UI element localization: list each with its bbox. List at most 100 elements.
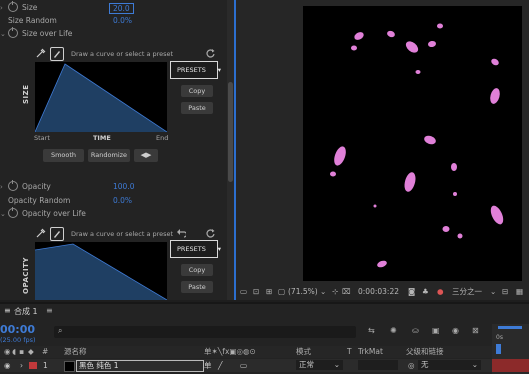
chevron-down-icon[interactable]: ⌄ (490, 283, 496, 300)
layer-search-input[interactable]: ⌕ (54, 326, 356, 338)
eyedropper-icon[interactable] (36, 48, 46, 58)
shy-switch-icon[interactable]: 单 (204, 359, 212, 372)
parent-dropdown[interactable]: 无 ⌄ (418, 360, 481, 370)
reset-icon[interactable] (206, 48, 216, 58)
graph-editor-icon[interactable]: ⊠ (472, 326, 479, 335)
randomize-button[interactable]: Randomize (88, 149, 130, 162)
draft-3d-icon[interactable]: ✺ (390, 326, 397, 335)
blend-mode-label: 正常 (299, 360, 314, 369)
search-icon: ⌕ (58, 326, 63, 335)
trkmat-dropdown[interactable] (358, 360, 398, 370)
size-curve-area (35, 64, 167, 132)
pickwhip-icon[interactable]: ◎ (408, 359, 415, 372)
expand-arrow-icon[interactable]: › (0, 2, 8, 14)
menu-icon[interactable]: ≡ (4, 306, 11, 315)
timeline-timecode[interactable]: 00:00 (0, 323, 35, 336)
fx-switch-icon[interactable]: ╱ (218, 359, 223, 372)
presets-dropdown[interactable]: PRESETS ▾ (170, 61, 221, 79)
col-trkmat: TrkMat (358, 347, 383, 356)
petal (351, 45, 357, 51)
petal (415, 70, 421, 74)
scrollbar-thumb[interactable] (228, 82, 233, 182)
motion-blur-icon[interactable]: ◉ (452, 326, 459, 335)
x-axis-start-label: Start (34, 134, 50, 142)
work-area-bar[interactable] (498, 326, 522, 329)
resolution-dropdown[interactable]: 三分之一 (452, 283, 482, 300)
audio-icon[interactable]: ◖ (12, 346, 16, 358)
size-curve-graph[interactable] (35, 62, 167, 132)
col-source-name[interactable]: 源名称 (64, 346, 87, 358)
show-snapshot-icon[interactable]: ♣ (422, 283, 429, 300)
copy-button[interactable]: Copy (181, 85, 213, 97)
pencil-icon[interactable] (50, 227, 64, 241)
composition-canvas[interactable] (303, 6, 522, 281)
copy-button[interactable]: Copy (181, 264, 213, 276)
size-random-label: Size Random (8, 16, 57, 25)
blend-mode-dropdown[interactable]: 正常 ⌄ (296, 360, 343, 370)
zoom-dropdown[interactable]: (71.5%) (288, 283, 318, 300)
region-of-interest-icon[interactable]: ⊟ (502, 283, 508, 300)
opacity-curve-graph[interactable] (35, 242, 167, 300)
hide-shy-layers-icon[interactable]: ⛀ (412, 326, 419, 335)
switches-icons: 单✶╲fx▣◎◍⊙ (204, 347, 256, 356)
petal (453, 192, 457, 196)
x-axis-end-label: End (156, 134, 169, 142)
size-over-life-row[interactable]: ⌄ Size over Life (0, 27, 72, 40)
grid-icon[interactable]: ⊞ (266, 283, 272, 300)
fit-icon[interactable]: ⊹ (332, 283, 338, 300)
monitor-icon[interactable]: ▭ (240, 283, 247, 300)
stopwatch-icon[interactable] (8, 207, 18, 218)
chevron-down-icon: ▾ (217, 66, 221, 74)
col-parent: 父级和链接 (406, 347, 444, 356)
flip-curve-button[interactable]: ◀▶ (134, 149, 158, 162)
always-preview-icon[interactable]: ⊡ (253, 283, 259, 300)
petal (404, 172, 416, 192)
switch-box[interactable]: ▭ (240, 359, 247, 372)
eyedropper-icon[interactable] (36, 228, 46, 238)
current-time-display[interactable]: 0:00:03:22 (358, 283, 399, 300)
size-value-field[interactable]: 20.0 (109, 3, 134, 14)
reset-icon[interactable] (206, 228, 216, 238)
size-random-value[interactable]: 0.0% (113, 15, 132, 27)
opacity-over-life-row[interactable]: ⌄ Opacity over Life (0, 207, 86, 220)
close-icon[interactable]: ≡ (46, 306, 53, 315)
petal (405, 41, 419, 53)
label-icon[interactable]: ◆ (28, 346, 34, 358)
undo-icon[interactable] (176, 228, 188, 238)
visibility-icon[interactable]: ◉ (4, 359, 11, 372)
comp-mini-flowchart-icon[interactable]: ⇆ (368, 326, 375, 335)
playhead[interactable] (496, 344, 501, 354)
chevron-down-icon[interactable]: ⌄ (320, 283, 326, 300)
expand-arrow-icon[interactable]: › (0, 181, 8, 193)
mask-icon[interactable]: ⌧ (342, 283, 351, 300)
stopwatch-icon[interactable] (8, 27, 18, 38)
stopwatch-icon[interactable] (8, 180, 18, 191)
paste-button[interactable]: Paste (181, 281, 213, 293)
presets-dropdown[interactable]: PRESETS ▾ (170, 240, 221, 258)
smooth-button[interactable]: Smooth (43, 149, 84, 162)
paste-button[interactable]: Paste (181, 102, 213, 114)
pencil-icon[interactable] (50, 47, 64, 61)
layer-label-color[interactable] (29, 362, 37, 369)
expand-arrow-icon[interactable]: › (20, 359, 23, 372)
lock-icon[interactable]: ▪ (19, 346, 24, 358)
size-property-row: › Size (0, 1, 37, 14)
expand-arrow-icon[interactable]: ⌄ (0, 28, 8, 40)
opacity-value[interactable]: 100.0 (113, 181, 134, 193)
opacity-random-value[interactable]: 0.0% (113, 195, 132, 207)
comp-tab[interactable]: 合成 1 (14, 306, 38, 317)
camera-snapshot-icon[interactable]: ◙ (408, 283, 415, 300)
layer-name[interactable]: 黑色 纯色 1 (76, 360, 204, 372)
eye-icon[interactable]: ◉ (4, 346, 11, 358)
transparency-grid-icon[interactable]: ▦ (516, 283, 523, 300)
color-channels-icon[interactable]: ● (437, 283, 444, 300)
layer-duration-bar[interactable] (492, 359, 529, 372)
region-icon[interactable]: ▢ (278, 283, 285, 300)
active-panel-border (234, 0, 236, 300)
viewer-toolbar: ▭ ⊡ ⊞ ▢ (71.5%) ⌄ ⊹ ⌧ 0:00:03:22 ◙ ♣ ● 三… (236, 283, 529, 300)
stopwatch-icon[interactable] (8, 1, 18, 12)
frame-blending-icon[interactable]: ▣ (432, 326, 440, 335)
petal (334, 146, 346, 166)
expand-arrow-icon[interactable]: ⌄ (0, 208, 8, 220)
layer-row[interactable]: ◉ › 1 黑色 纯色 1 单 ╱ ▭ 正常 ⌄ ◎ 无 ⌄ (0, 359, 492, 372)
